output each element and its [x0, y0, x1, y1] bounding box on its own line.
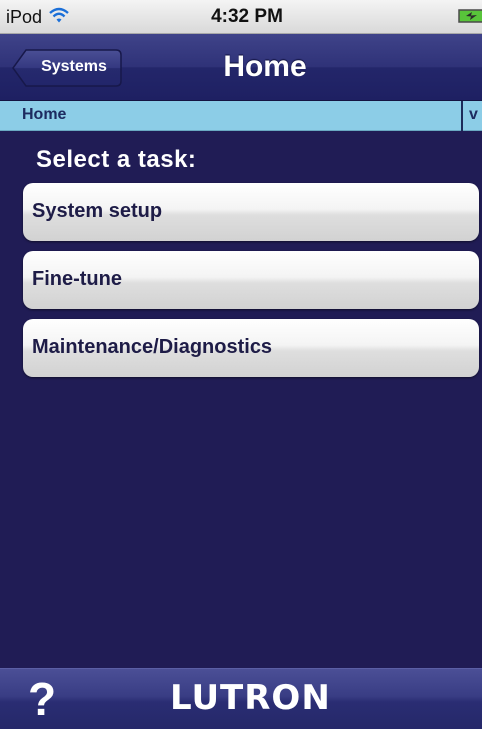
breadcrumb-home[interactable]: Home — [22, 106, 66, 124]
task-label: Maintenance/Diagnostics — [32, 336, 273, 358]
navigation-bar: Systems Home — [0, 34, 482, 101]
page-title: Home — [223, 50, 307, 83]
battery-charging-icon — [458, 9, 482, 23]
bottom-bar: ? LUTRON — [0, 668, 482, 729]
brand-logo: LUTRON — [170, 678, 331, 718]
back-button-label: Systems — [41, 58, 107, 75]
task-prompt: Select a task: — [36, 146, 197, 173]
version-label: v — [469, 106, 478, 123]
task-label: Fine-tune — [32, 268, 122, 290]
system-setup-button[interactable]: System setup — [23, 183, 479, 241]
status-time: 4:32 PM — [211, 6, 283, 27]
fine-tune-button[interactable]: Fine-tune — [23, 251, 479, 309]
question-mark-icon[interactable]: ? — [28, 673, 56, 725]
back-button-systems[interactable]: Systems — [12, 49, 122, 87]
breadcrumb-divider — [461, 101, 463, 131]
breadcrumb: Home v — [0, 101, 482, 131]
maintenance-diagnostics-button[interactable]: Maintenance/Diagnostics — [23, 319, 479, 377]
status-bar: iPod 4:32 PM — [0, 0, 482, 34]
app-screen: iPod 4:32 PM Systems Home Home v Select … — [0, 0, 482, 729]
task-label: System setup — [32, 200, 163, 222]
